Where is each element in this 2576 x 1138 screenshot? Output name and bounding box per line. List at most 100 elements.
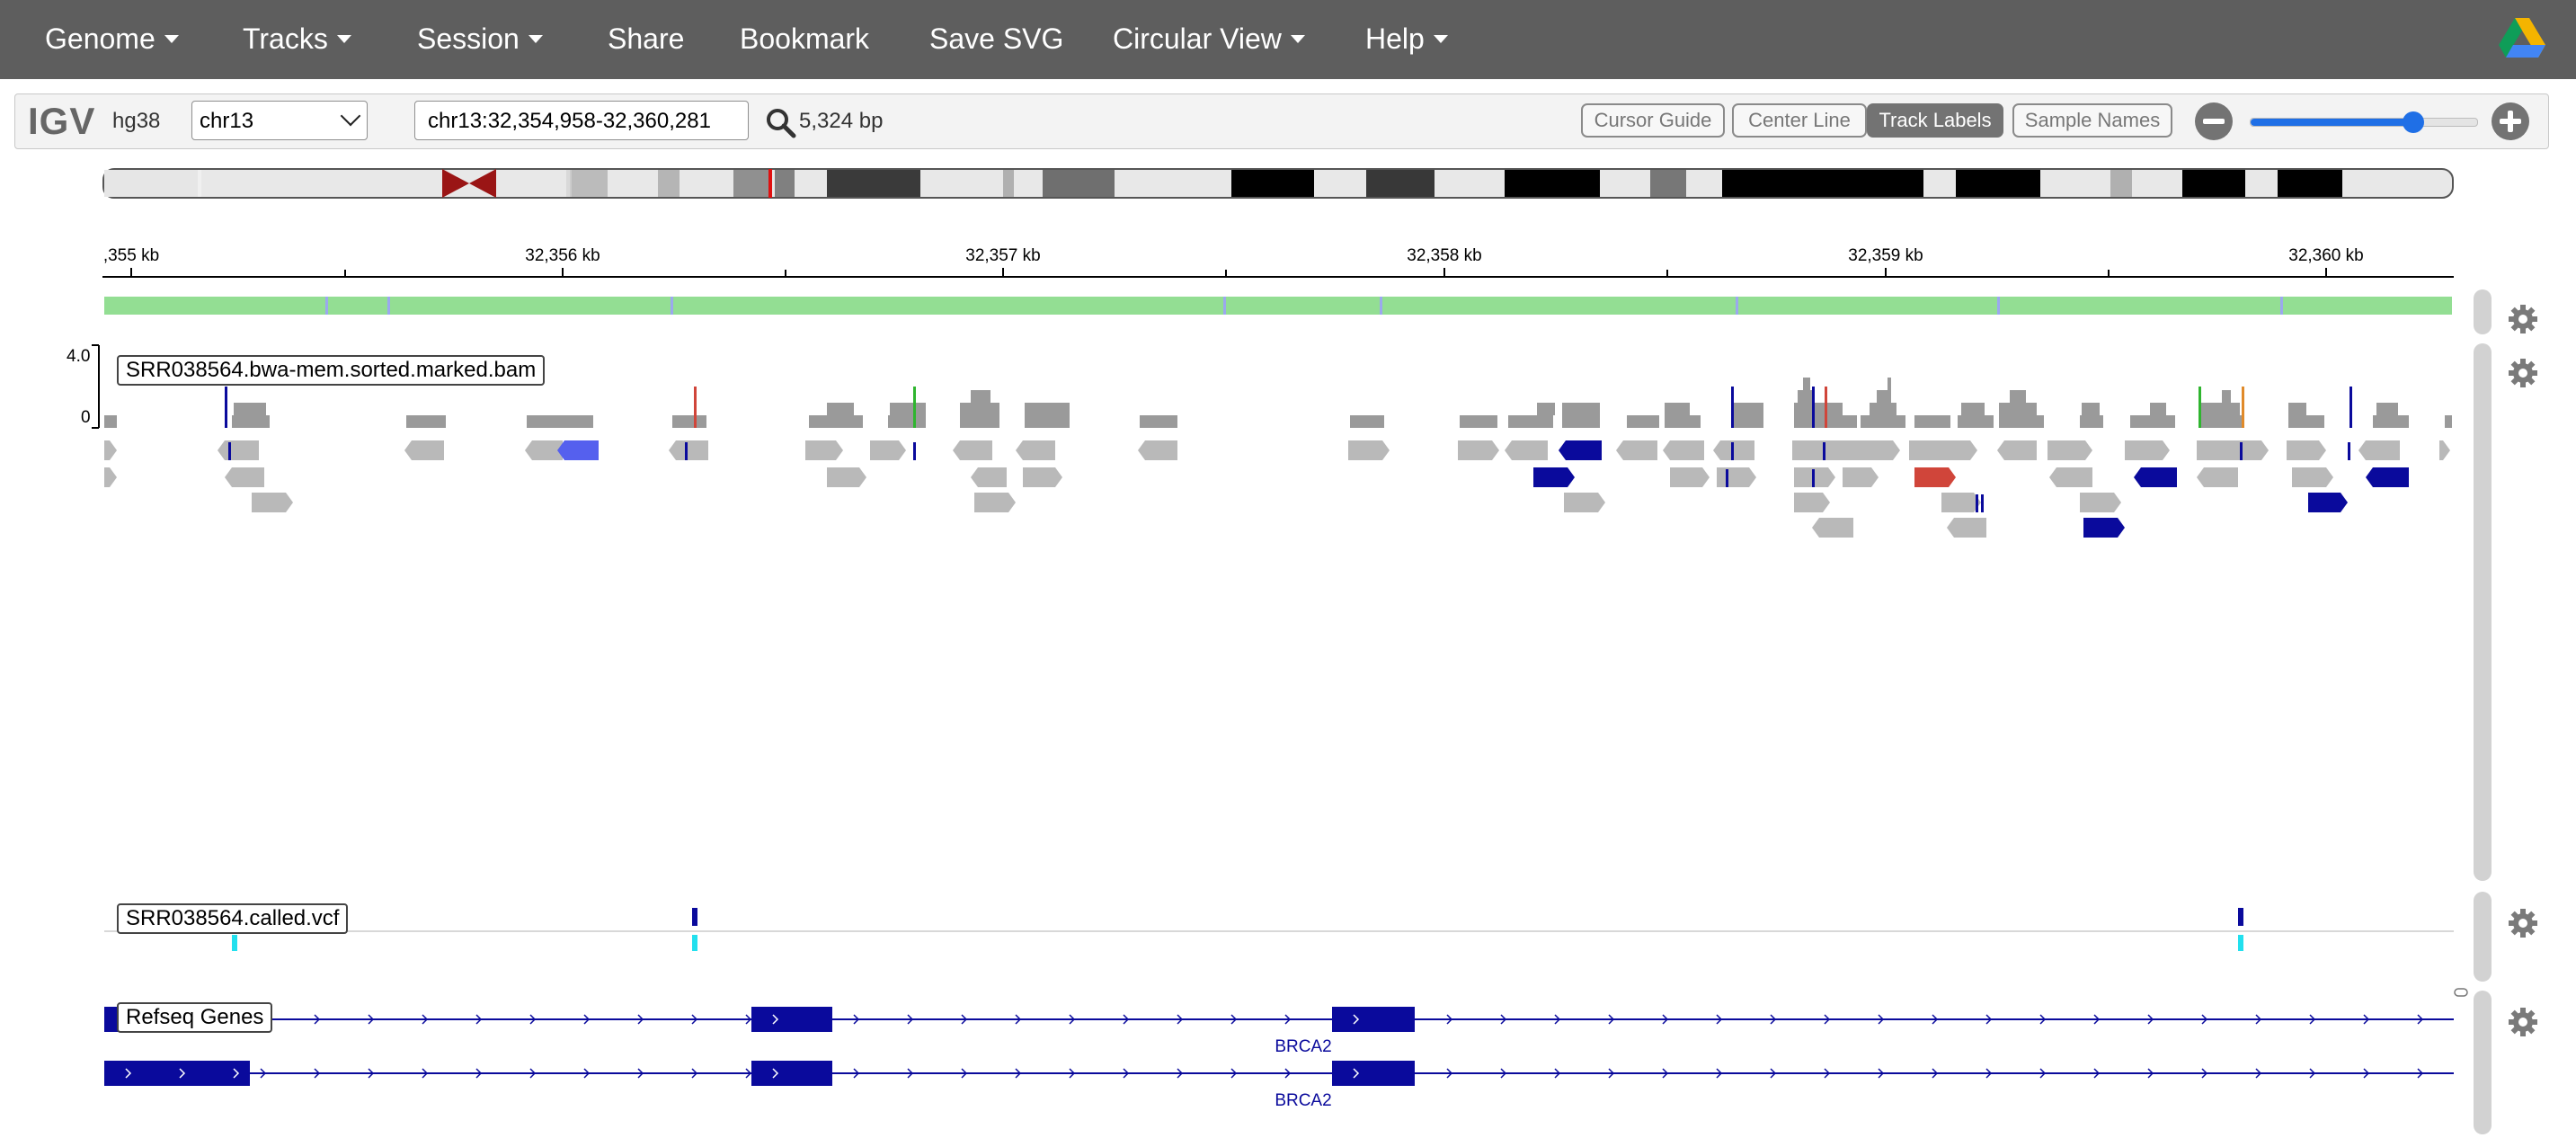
locus-search-input[interactable]: chr13:32,354,958-32,360,281 [414, 101, 749, 140]
search-icon[interactable] [765, 107, 797, 139]
nav-session-menu[interactable]: Session [417, 0, 543, 79]
cursor-guide-button[interactable]: Cursor Guide [1581, 103, 1725, 138]
sequence-track-scrollbar[interactable] [2474, 289, 2492, 334]
genotype-call[interactable] [232, 935, 237, 951]
reference-base [1291, 297, 1293, 315]
variant-track-scrollbar[interactable] [2474, 892, 2492, 982]
reference-base [1914, 297, 1916, 315]
chromosome-select[interactable]: chr13 [191, 101, 368, 140]
variant-track-label[interactable]: SRR038564.called.vcf [117, 903, 349, 934]
reference-base [687, 297, 689, 315]
aligned-read [557, 440, 599, 460]
gene-track-scrollbar[interactable] [2474, 991, 2492, 1134]
reference-base [331, 297, 333, 315]
reference-base [1598, 297, 1601, 315]
alignment-track-scrollbar[interactable] [2474, 343, 2492, 881]
chevron-down-icon [1433, 35, 1448, 43]
google-drive-icon[interactable] [2499, 18, 2545, 59]
reference-base [1283, 297, 1285, 315]
center-line-button[interactable]: Center Line [1732, 103, 1867, 138]
reference-base [2162, 297, 2164, 315]
expand-collapse-icon[interactable] [2454, 987, 2468, 998]
aligned-read [805, 440, 843, 460]
reference-base [158, 297, 161, 315]
reference-base [673, 297, 676, 315]
reference-base [2342, 297, 2345, 315]
reference-base [555, 297, 557, 315]
reference-base [1121, 297, 1124, 315]
nav-save-svg-link[interactable]: Save SVG [929, 0, 1063, 79]
reference-base [1204, 297, 1207, 315]
alignment-track-label[interactable]: SRR038564.bwa-mem.sorted.marked.bam [117, 355, 546, 386]
reference-base [843, 297, 846, 315]
zoom-out-icon[interactable] [2194, 102, 2234, 141]
reference-base [1930, 297, 1932, 315]
sample-names-button[interactable]: Sample Names [2012, 103, 2172, 138]
reference-base [1318, 297, 1320, 315]
reference-base [1628, 297, 1630, 315]
reference-base [476, 297, 479, 315]
reference-base [1229, 297, 1231, 315]
reference-base [824, 297, 827, 315]
nav-share-link[interactable]: Share [608, 0, 684, 79]
reference-base [1978, 297, 1981, 315]
reference-base [2253, 297, 2256, 315]
track-labels-button[interactable]: Track Labels [1867, 103, 2003, 138]
reference-base [2356, 297, 2358, 315]
reference-base [228, 297, 231, 315]
reference-base [199, 297, 201, 315]
nav-genome-menu[interactable]: Genome [45, 0, 179, 79]
nav-help-menu[interactable]: Help [1365, 0, 1448, 79]
reference-base [2199, 297, 2202, 315]
reference-base [271, 297, 274, 315]
zoom-slider[interactable] [2250, 111, 2478, 133]
aligned-read [1616, 440, 1657, 460]
reference-base [1029, 297, 1032, 315]
reference-base [1765, 297, 1768, 315]
variant-site[interactable] [2238, 908, 2243, 926]
reference-sequence-track[interactable] [104, 297, 2452, 315]
gene-track-label[interactable]: Refseq Genes [117, 1002, 273, 1033]
reference-base [425, 297, 428, 315]
aligned-read [218, 440, 259, 460]
zoom-slider-thumb[interactable] [2403, 111, 2425, 133]
genotype-call[interactable] [692, 935, 697, 951]
gear-icon[interactable] [2508, 358, 2538, 388]
aligned-reads[interactable] [104, 440, 2450, 538]
gene-transcript[interactable] [104, 1007, 2454, 1032]
gear-icon[interactable] [2508, 1007, 2538, 1037]
reference-base [1763, 297, 1765, 315]
genotype-call[interactable] [2238, 935, 2243, 951]
reference-base [406, 297, 409, 315]
reference-base [1461, 297, 1463, 315]
reference-base [851, 297, 854, 315]
reference-base [668, 297, 671, 315]
reference-base [795, 297, 797, 315]
reference-base [1485, 297, 1488, 315]
variant-site[interactable] [692, 908, 697, 926]
reference-base [921, 297, 924, 315]
nav-tracks-menu[interactable]: Tracks [243, 0, 351, 79]
reference-base [2326, 297, 2329, 315]
alignment-track[interactable] [90, 342, 2463, 881]
genome-label[interactable]: hg38 [112, 109, 160, 134]
chromosome-ideogram[interactable] [102, 165, 2454, 201]
read-mismatch [1823, 442, 1825, 460]
refseq-gene-track[interactable]: BRCA2 BRCA2 [90, 989, 2463, 1138]
reference-base [1312, 297, 1315, 315]
reference-base [433, 297, 436, 315]
zoom-in-icon[interactable] [2491, 102, 2530, 141]
position-ruler[interactable] [102, 243, 2454, 280]
reference-base [1016, 297, 1018, 315]
gear-icon[interactable] [2508, 304, 2538, 334]
reference-base [126, 297, 129, 315]
reference-base [2283, 297, 2286, 315]
variant-track[interactable] [90, 899, 2463, 953]
reference-base [2013, 297, 2016, 315]
nav-circular-view-menu[interactable]: Circular View [1113, 0, 1305, 79]
gear-icon[interactable] [2508, 908, 2538, 938]
reference-base [1830, 297, 1833, 315]
nav-bookmark-link[interactable]: Bookmark [740, 0, 869, 79]
gene-transcript[interactable] [104, 1061, 2454, 1086]
reference-base [765, 297, 768, 315]
